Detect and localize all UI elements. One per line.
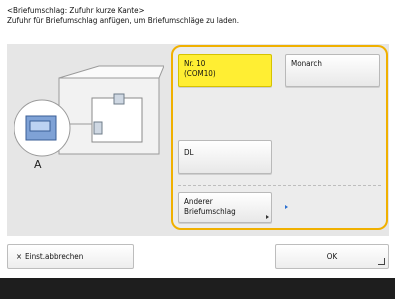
option-other-envelope-button[interactable]: Anderer Briefumschlag — [178, 192, 272, 223]
option-nr10-line2: (COM10) — [184, 69, 216, 78]
option-dl-button[interactable]: DL — [178, 140, 272, 174]
cancel-settings-label: Einst.abbrechen — [25, 252, 84, 261]
option-other-line2: Briefumschlag — [184, 207, 236, 216]
ok-button[interactable]: OK — [275, 244, 389, 269]
bottom-status-bar — [0, 278, 395, 299]
header-instruction: Zufuhr für Briefumschlag anfügen, um Bri… — [7, 16, 240, 25]
option-other-line1: Anderer — [184, 197, 213, 206]
settings-arrow-icon — [285, 205, 288, 209]
option-nr10-line1: Nr. 10 — [184, 59, 206, 68]
cancel-settings-button[interactable]: × Einst.abbrechen — [7, 244, 134, 269]
option-dl-label: DL — [184, 148, 194, 157]
tray-illustration: A — [14, 65, 164, 171]
ok-label: OK — [326, 252, 338, 261]
tray-label-a: A — [34, 158, 42, 171]
option-nr10-button[interactable]: Nr. 10 (COM10) — [178, 54, 272, 87]
close-icon: × — [16, 252, 23, 261]
corner-icon — [378, 258, 385, 265]
submenu-arrow-icon — [266, 215, 269, 219]
instruction-header: <Briefumschlag: Zufuhr kurze Kante> Zufu… — [7, 6, 239, 26]
option-monarch-label: Monarch — [291, 59, 322, 68]
header-title: <Briefumschlag: Zufuhr kurze Kante> — [7, 6, 145, 15]
separator — [178, 185, 381, 186]
option-monarch-button[interactable]: Monarch — [285, 54, 380, 87]
